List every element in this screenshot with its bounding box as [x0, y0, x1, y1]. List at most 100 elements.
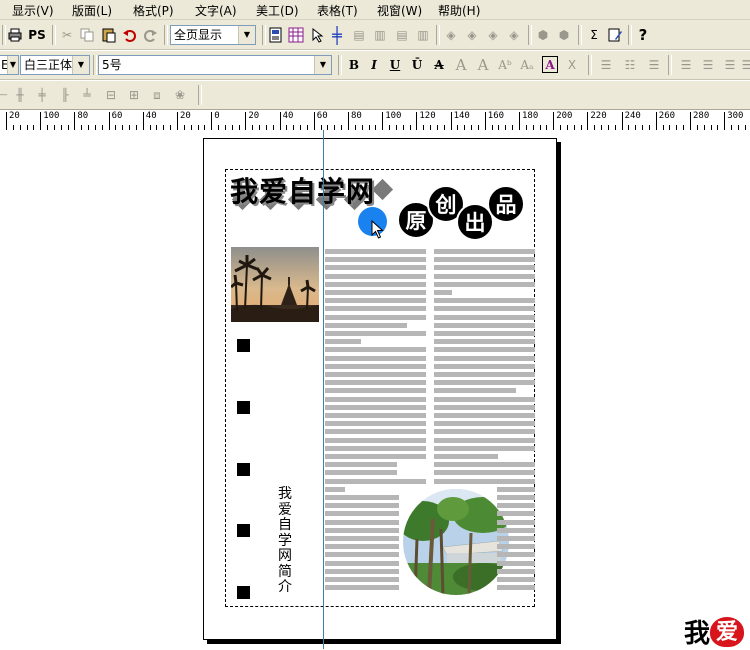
- copy-icon[interactable]: [80, 25, 94, 45]
- layer-icon-1[interactable]: ◈: [443, 25, 459, 45]
- layer-icon-3[interactable]: ◈: [485, 25, 501, 45]
- placeholder-text-line: [434, 274, 535, 279]
- underline-button[interactable]: U: [388, 55, 402, 75]
- column-guide-icon[interactable]: ╪: [330, 25, 344, 45]
- view-zoom-select[interactable]: 全页显示 ▼: [170, 25, 256, 45]
- superscript-button[interactable]: Aᵇ: [497, 55, 513, 75]
- paste-icon[interactable]: [101, 25, 117, 45]
- distribute-v-icon[interactable]: ╧: [80, 85, 94, 105]
- align-justify-icon[interactable]: ☰: [742, 55, 750, 75]
- document-title[interactable]: 我爱自学网: [230, 170, 375, 210]
- placeholder-text-line: [434, 479, 535, 484]
- placeholder-text-line: [325, 397, 426, 402]
- sunset-photo[interactable]: [231, 247, 319, 322]
- mouse-cursor-icon: [371, 219, 385, 243]
- print-icon[interactable]: [8, 25, 22, 45]
- placeholder-text-line: [325, 454, 426, 459]
- placeholder-text-line: [325, 364, 426, 369]
- outline-text-button[interactable]: A: [476, 55, 490, 75]
- ruler-label: 20: [248, 111, 260, 121]
- bold-button[interactable]: B: [347, 55, 361, 75]
- help-icon[interactable]: ?: [636, 25, 650, 45]
- cut-icon[interactable]: ✂: [60, 25, 74, 45]
- align-icon-3[interactable]: ▤: [395, 25, 409, 45]
- font-size-select[interactable]: 5号 ▼: [98, 55, 332, 75]
- placeholder-text-line: [434, 397, 535, 402]
- align-obj-left-icon[interactable]: ⊢: [0, 85, 9, 105]
- hollow-text-button[interactable]: A: [454, 55, 468, 75]
- italic-button[interactable]: I: [367, 55, 381, 75]
- edit-note-icon[interactable]: [607, 25, 623, 45]
- placeholder-text-line: [325, 503, 399, 508]
- layer-icon-4[interactable]: ◈: [506, 25, 522, 45]
- font-family-select-partial[interactable]: E ▼: [0, 55, 19, 75]
- align-obj-hcenter-icon[interactable]: ╫: [13, 85, 27, 105]
- spacing-icon[interactable]: ☷: [622, 55, 638, 75]
- align-left-icon[interactable]: ☰: [678, 55, 694, 75]
- placeholder-text-line: [434, 380, 535, 385]
- subscript-button[interactable]: Aₐ: [519, 55, 535, 75]
- font-name-select[interactable]: 白三正体 ▼: [20, 55, 90, 75]
- placeholder-text-line: [325, 438, 426, 443]
- redo-icon[interactable]: [142, 25, 158, 45]
- column-guide-line[interactable]: [323, 130, 324, 649]
- align-right-icon[interactable]: ☰: [722, 55, 738, 75]
- boxed-text-button[interactable]: A: [542, 56, 558, 73]
- placeholder-text-line: [434, 446, 535, 451]
- menu-window[interactable]: 视窗(W): [377, 2, 422, 19]
- clear-format-button[interactable]: X: [565, 55, 579, 75]
- strikethrough-button[interactable]: A: [432, 55, 446, 75]
- separator: [198, 85, 202, 105]
- menu-table[interactable]: 表格(T): [317, 2, 358, 19]
- font-size-value: 5号: [102, 58, 122, 72]
- menu-format[interactable]: 格式(P): [133, 2, 174, 19]
- page-icon[interactable]: [268, 25, 284, 45]
- menu-help[interactable]: 帮助(H): [438, 2, 480, 19]
- placeholder-text-line: [497, 585, 535, 590]
- menu-layout[interactable]: 版面(L): [72, 2, 112, 19]
- same-height-icon[interactable]: ⊞: [127, 85, 141, 105]
- align-center-icon[interactable]: ☰: [700, 55, 716, 75]
- table-grid-icon[interactable]: [288, 25, 304, 45]
- distribute-h-icon[interactable]: ╟: [58, 85, 72, 105]
- same-size-icon[interactable]: ⧈: [149, 85, 165, 105]
- horizontal-ruler: 20 100 80 60 40 20 0 20 40 60 80 100 120 140 160 180 200…: [0, 109, 750, 131]
- formula-icon[interactable]: Σ: [585, 25, 603, 45]
- placeholder-text-line: [325, 429, 426, 434]
- overline-button[interactable]: Ū: [410, 55, 424, 75]
- forest-circle-photo[interactable]: [402, 488, 510, 596]
- ruler-label: 260: [658, 111, 676, 121]
- bullet-square: [237, 463, 250, 476]
- ruler-label: 60: [111, 111, 123, 121]
- placeholder-text-line: [497, 487, 535, 492]
- circle-char-pin[interactable]: 品: [487, 185, 525, 223]
- chevron-down-icon[interactable]: ▼: [72, 56, 89, 74]
- menu-view[interactable]: 显示(V): [12, 2, 54, 19]
- indent-icon[interactable]: ☰: [598, 55, 614, 75]
- align-icon-2[interactable]: ▥: [373, 25, 387, 45]
- postscript-button[interactable]: PS: [27, 25, 47, 45]
- layer-icon-2[interactable]: ◈: [464, 25, 480, 45]
- group-icon[interactable]: ⬢: [535, 25, 551, 45]
- rotate-object-icon[interactable]: ❀: [172, 85, 188, 105]
- undo-icon[interactable]: [122, 25, 138, 45]
- ungroup-icon[interactable]: ⬢: [556, 25, 572, 45]
- placeholder-text-line: [325, 470, 397, 475]
- standard-toolbar: PS ✂ 全页显示 ▼ ╪ ▤ ▥ ▤ ▥ ◈ ◈ ◈ ◈ ⬢ ⬢ Σ ?: [0, 20, 750, 50]
- placeholder-text-line: [497, 503, 535, 508]
- align-icon-4[interactable]: ▥: [416, 25, 430, 45]
- chevron-down-icon[interactable]: ▼: [238, 26, 255, 44]
- menu-text[interactable]: 文字(A): [195, 2, 237, 19]
- same-width-icon[interactable]: ⊟: [103, 85, 119, 105]
- placeholder-text-line: [325, 552, 399, 557]
- align-obj-right-icon[interactable]: ╪: [35, 85, 49, 105]
- vertical-caption[interactable]: 我爱自学网简介: [277, 486, 293, 596]
- chevron-down-icon[interactable]: ▼: [314, 56, 331, 74]
- menu-art[interactable]: 美工(D): [256, 2, 299, 19]
- chevron-down-icon[interactable]: ▼: [7, 56, 18, 74]
- align-icon-1[interactable]: ▤: [352, 25, 366, 45]
- pointer-tool-icon[interactable]: [310, 25, 324, 45]
- separator: [588, 55, 592, 75]
- paragraph-icon[interactable]: ☰: [646, 55, 662, 75]
- separator: [628, 25, 632, 45]
